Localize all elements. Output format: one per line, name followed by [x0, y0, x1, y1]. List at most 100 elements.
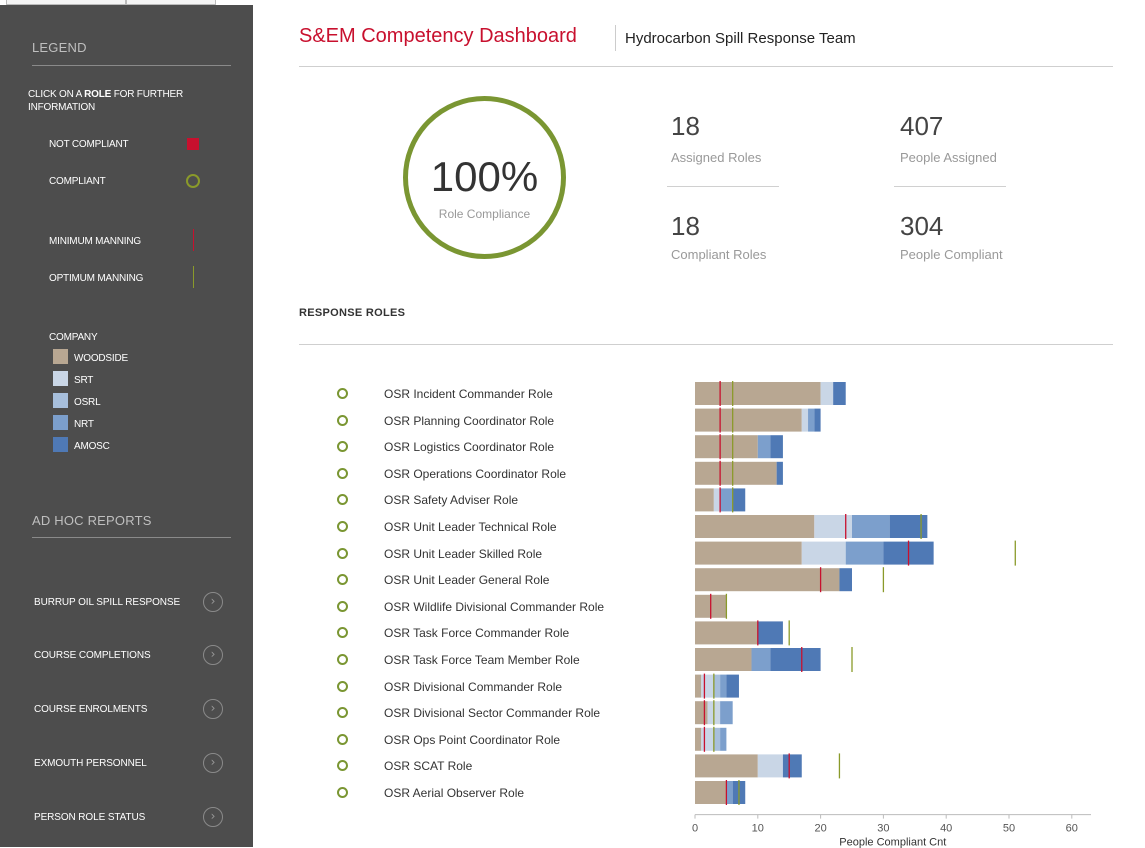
role-row[interactable]: OSR Safety Adviser Role: [253, 490, 633, 510]
role-row[interactable]: OSR Unit Leader Skilled Role: [253, 544, 633, 564]
bar-segment[interactable]: [757, 621, 783, 645]
bar-segment[interactable]: [713, 674, 721, 698]
role-name[interactable]: OSR Unit Leader Skilled Role: [384, 547, 542, 561]
compliant-status-icon: [337, 600, 348, 612]
compliant-roles-value: 18: [671, 211, 700, 241]
role-row[interactable]: OSR Wildlife Divisional Commander Role: [253, 597, 633, 617]
bar-segment[interactable]: [695, 382, 821, 405]
report-exmouth-personnel[interactable]: EXMOUTH PERSONNEL ›: [0, 750, 253, 780]
bar-segment[interactable]: [695, 541, 802, 565]
bar-segment[interactable]: [833, 382, 846, 405]
bar-segment[interactable]: [695, 674, 702, 698]
role-name[interactable]: OSR Logistics Coordinator Role: [384, 440, 554, 454]
chevron-right-icon[interactable]: ›: [203, 753, 223, 773]
role-name[interactable]: OSR Incident Commander Role: [384, 387, 553, 401]
bar-segment[interactable]: [720, 701, 733, 725]
bar-segment[interactable]: [839, 568, 852, 592]
bar-segment[interactable]: [770, 648, 821, 671]
bar-segment[interactable]: [782, 754, 802, 778]
role-row[interactable]: OSR Task Force Commander Role: [253, 623, 633, 643]
role-name[interactable]: OSR Operations Coordinator Role: [384, 467, 566, 481]
bar-segment[interactable]: [695, 461, 777, 485]
role-row[interactable]: OSR Unit Leader Technical Role: [253, 517, 633, 537]
bar-segment[interactable]: [720, 674, 727, 698]
company-srt: SRT: [74, 375, 94, 386]
legend-minimum-manning-label: MINIMUM MANNING: [49, 236, 141, 247]
role-row[interactable]: OSR Operations Coordinator Role: [253, 464, 633, 484]
role-row[interactable]: OSR Unit Leader General Role: [253, 570, 633, 590]
assigned-roles-label: Assigned Roles: [671, 150, 762, 165]
bar-segment[interactable]: [713, 488, 721, 512]
bar-segment[interactable]: [695, 781, 727, 804]
bar-segment[interactable]: [720, 727, 727, 751]
bar-segment[interactable]: [845, 541, 884, 565]
role-row[interactable]: OSR Divisional Commander Role: [253, 677, 633, 697]
report-person-role-status[interactable]: PERSON ROLE STATUS ›: [0, 804, 253, 834]
bar-segment[interactable]: [713, 727, 721, 751]
role-row[interactable]: OSR Divisional Sector Commander Role: [253, 703, 633, 723]
bar-segment[interactable]: [757, 754, 783, 778]
report-course-enrolments[interactable]: COURSE ENROLMENTS ›: [0, 696, 253, 726]
bar-segment[interactable]: [801, 408, 809, 432]
bar-segment[interactable]: [695, 568, 840, 592]
role-name[interactable]: OSR Ops Point Coordinator Role: [384, 733, 560, 747]
bar-segment[interactable]: [770, 435, 783, 459]
company-amosc: AMOSC: [74, 441, 110, 452]
bar-segment[interactable]: [720, 488, 733, 512]
bar-segment[interactable]: [852, 515, 890, 538]
role-name[interactable]: OSR Task Force Commander Role: [384, 626, 569, 640]
bar-segment[interactable]: [801, 541, 846, 565]
role-name[interactable]: OSR Divisional Commander Role: [384, 680, 562, 694]
role-row[interactable]: OSR Logistics Coordinator Role: [253, 437, 633, 457]
people-assigned-value: 407: [900, 111, 944, 141]
role-name[interactable]: OSR Unit Leader Technical Role: [384, 520, 557, 534]
company-nrt: NRT: [74, 419, 94, 430]
chevron-right-icon[interactable]: ›: [203, 645, 223, 665]
role-name[interactable]: OSR Unit Leader General Role: [384, 573, 549, 587]
compliant-status-icon: [337, 494, 348, 506]
role-row[interactable]: OSR Aerial Observer Role: [253, 783, 633, 803]
bar-segment[interactable]: [701, 727, 714, 751]
bar-segment[interactable]: [732, 488, 746, 512]
role-row[interactable]: OSR Planning Coordinator Role: [253, 411, 633, 431]
role-row[interactable]: OSR Incident Commander Role: [253, 384, 633, 404]
report-burrup-oil-spill-response[interactable]: BURRUP OIL SPILL RESPONSE ›: [0, 589, 253, 619]
bar-segment[interactable]: [695, 621, 758, 645]
compliant-status-icon: [337, 707, 348, 719]
chevron-right-icon[interactable]: ›: [203, 699, 223, 719]
bar-segment[interactable]: [695, 435, 758, 459]
report-label: PERSON ROLE STATUS: [34, 812, 146, 823]
bar-segment[interactable]: [701, 674, 714, 698]
bar-segment[interactable]: [695, 727, 702, 751]
chevron-right-icon[interactable]: ›: [203, 807, 223, 827]
role-name[interactable]: OSR Aerial Observer Role: [384, 786, 524, 800]
bar-segment[interactable]: [757, 435, 771, 459]
role-name[interactable]: OSR Divisional Sector Commander Role: [384, 706, 600, 720]
bar-segment[interactable]: [726, 781, 733, 804]
company-heading: COMPANY: [49, 332, 98, 343]
x-tick-label: 40: [940, 823, 952, 835]
role-name[interactable]: OSR Safety Adviser Role: [384, 493, 518, 507]
role-name[interactable]: OSR SCAT Role: [384, 759, 472, 773]
bar-segment[interactable]: [695, 488, 714, 512]
bar-segment[interactable]: [695, 701, 708, 725]
role-row[interactable]: OSR Task Force Team Member Role: [253, 650, 633, 670]
role-row[interactable]: OSR Ops Point Coordinator Role: [253, 730, 633, 750]
legend-instruction: CLICK ON A ROLE FOR FURTHER INFORMATION: [28, 88, 228, 114]
bar-segment[interactable]: [695, 754, 758, 778]
chevron-right-icon[interactable]: ›: [203, 592, 223, 612]
bar-segment[interactable]: [695, 515, 815, 538]
bar-segment[interactable]: [695, 648, 752, 671]
role-name[interactable]: OSR Wildlife Divisional Commander Role: [384, 600, 604, 614]
bar-segment[interactable]: [808, 408, 815, 432]
bar-segment[interactable]: [726, 674, 739, 698]
bar-segment[interactable]: [695, 408, 802, 432]
bar-segment[interactable]: [776, 461, 783, 485]
role-row[interactable]: OSR SCAT Role: [253, 756, 633, 776]
report-course-completions[interactable]: COURSE COMPLETIONS ›: [0, 642, 253, 672]
bar-segment[interactable]: [820, 382, 834, 405]
role-name[interactable]: OSR Planning Coordinator Role: [384, 414, 554, 428]
bar-segment[interactable]: [814, 408, 821, 432]
role-name[interactable]: OSR Task Force Team Member Role: [384, 653, 580, 667]
bar-segment[interactable]: [751, 648, 771, 671]
